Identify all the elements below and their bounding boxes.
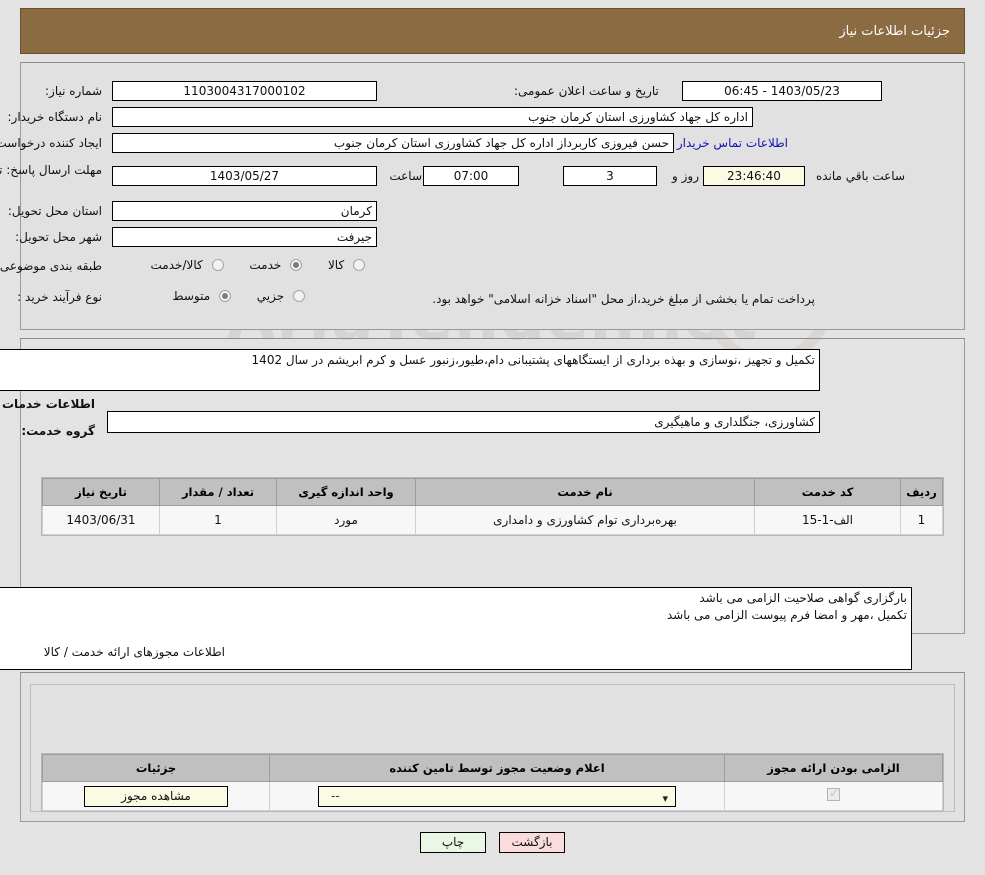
service-group-label: گروه خدمت: [21,424,95,438]
service-group-value: کشاورزی، جنگلداری و ماهیگیری [107,411,820,433]
summary-text: تکمیل و تجهیز ،نوسازی و بهذه برداری از ا… [251,353,815,367]
classification-label: طبقه بندی موضوعی: [0,259,102,273]
purchase-type-option-label: متوسط [172,289,211,303]
back-button[interactable]: بازگشت [499,832,565,853]
purchase-type-option-motavaset[interactable]: متوسط [172,289,231,303]
deadline-label: مهلت ارسال پاسخ: تا تاریخ: [0,163,102,177]
page-title: جزئیات اطلاعات نیاز [839,23,950,39]
buyer-notes-line-1: بارگزاری گواهی صلاحیت الزامی می باشد [699,591,907,605]
license-status-value: -- [331,788,340,803]
col-header-unit: واحد اندازه گیری [276,478,416,506]
radio-icon[interactable] [293,290,305,302]
col-header-quantity: تعداد / مقدار [159,478,277,506]
city-label: شهر محل تحویل: [15,230,102,244]
radio-icon[interactable] [290,259,303,271]
classification-option-kala-khedmat[interactable]: کالا/خدمت [151,258,224,272]
col-header-radif: ردیف [900,478,943,506]
radio-icon[interactable] [211,259,224,271]
purchase-type-radio-group[interactable]: جزیي متوسط [105,289,305,303]
need-number-label: شماره نیاز: [45,84,102,98]
creator-label: ایجاد کننده درخواست: [0,136,102,150]
services-section-title: اطلاعات خدمات مورد نیاز [0,397,95,411]
public-announce-value: 1403/05/23 - 06:45 [682,81,882,101]
deadline-days-label: روز و [672,169,699,183]
deadline-countdown-value: 23:46:40 [703,166,805,186]
city-value: جیرفت [112,227,377,247]
license-status-select[interactable]: -- ▾ [318,785,676,808]
col-header-code: کد خدمت [754,478,901,506]
license-required-checkbox [827,786,840,801]
classification-option-label: خدمت [249,258,282,272]
deadline-days-value: 3 [563,166,657,186]
summary-textarea[interactable]: تکمیل و تجهیز ،نوسازی و بهذه برداری از ا… [0,349,820,391]
purchase-type-label: نوع فرآیند خرید : [17,290,102,304]
need-number-value: 1103004317000102 [112,81,377,101]
print-button[interactable]: چاپ [420,832,486,853]
table-row: -- ▾ مشاهده مجوز [42,781,943,811]
deadline-date-value: 1403/05/27 [112,166,377,186]
public-announce-label: تاریخ و ساعت اعلان عمومی: [514,84,659,98]
cell-need-date: 1403/06/31 [42,505,160,535]
cell-license-details: مشاهده مجوز [42,781,270,811]
licenses-table-header-row: الزامی بودن ارائه مجوز اعلام وضعیت مجوز … [42,754,943,782]
deadline-time-value: 07:00 [423,166,519,186]
cell-radif: 1 [900,505,943,535]
buyer-org-value: اداره کل جهاد کشاورزی استان کرمان جنوب [112,107,753,127]
creator-value: حسن فیروزی کاربرداز اداره کل جهاد کشاورز… [112,133,674,153]
page-titlebar: جزئیات اطلاعات نیاز [20,8,965,54]
col-header-license-required: الزامی بودن ارائه مجوز [724,754,943,782]
col-header-license-status: اعلام وضعیت مجوز توسط تامین کننده [269,754,725,782]
cell-unit: مورد [276,505,416,535]
licenses-section-title: اطلاعات مجوزهای ارائه خدمت / کالا [43,645,225,659]
buyer-notes-line-2: تکمیل ،مهر و امضا فرم پیوست الزامی می با… [666,608,907,622]
col-header-name: نام خدمت [415,478,755,506]
radio-icon[interactable] [218,290,231,302]
province-value: کرمان [112,201,377,221]
buyer-contact-link[interactable]: اطلاعات تماس خریدار [677,136,788,150]
col-header-license-details: جزئیات [42,754,270,782]
services-table-header-row: ردیف کد خدمت نام خدمت واحد اندازه گیری ت… [42,478,943,506]
table-row: 1 الف-1-15 بهره‌برداری توام کشاورزی و دا… [42,505,943,535]
footer-button-bar: بازگشت چاپ [0,832,985,853]
deadline-countdown-label: ساعت باقي مانده [815,169,905,183]
purchase-type-note: پرداخت تمام یا بخشی از مبلغ خرید،از محل … [432,292,815,306]
col-header-need-date: تاریخ نیاز [42,478,160,506]
cell-license-status: -- ▾ [269,781,725,811]
purchase-type-option-label: جزیي [256,289,285,303]
licenses-table: الزامی بودن ارائه مجوز اعلام وضعیت مجوز … [42,754,943,811]
view-license-button[interactable]: مشاهده مجوز [84,785,228,807]
classification-option-label: کالا/خدمت [150,258,203,272]
cell-quantity: 1 [159,505,277,535]
cell-license-required [724,781,943,811]
chevron-down-icon[interactable]: ▾ [662,789,668,808]
classification-radio-group[interactable]: کالا خدمت کالا/خدمت [105,258,365,272]
cell-name: بهره‌برداری توام کشاورزی و دامداری [415,505,755,535]
licenses-table-wrap: الزامی بودن ارائه مجوز اعلام وضعیت مجوز … [41,753,944,812]
cell-code: الف-1-15 [754,505,901,535]
buyer-org-label: نام دستگاه خریدار: [7,110,103,124]
services-table-wrap: ردیف کد خدمت نام خدمت واحد اندازه گیری ت… [41,477,944,536]
classification-option-label: کالا [327,258,345,272]
deadline-time-label: ساعت [389,169,422,183]
classification-option-khedmat[interactable]: خدمت [249,258,303,272]
classification-option-kala[interactable]: کالا [328,258,365,272]
services-table: ردیف کد خدمت نام خدمت واحد اندازه گیری ت… [42,478,943,535]
radio-icon[interactable] [353,259,365,271]
purchase-type-option-jozi[interactable]: جزیي [257,289,305,303]
province-label: استان محل تحویل: [7,204,102,218]
